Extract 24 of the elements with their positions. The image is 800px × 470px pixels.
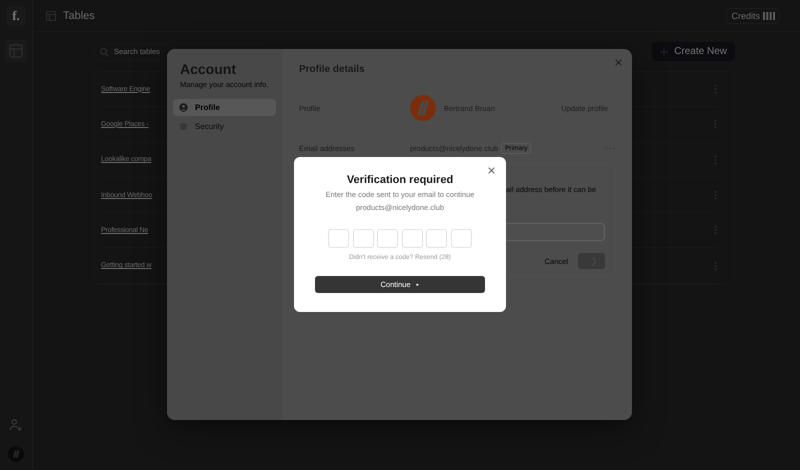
code-input[interactable] [426,229,448,248]
credit-bars-icon [763,12,775,20]
avatar-icon[interactable] [8,446,24,462]
nav-item[interactable]: Profile [173,99,276,116]
create-new-button[interactable]: Create New [652,42,735,61]
app-logo[interactable]: f. [6,6,26,26]
code-input[interactable] [328,229,350,248]
code-input[interactable] [377,229,398,248]
avatar-icon [410,95,436,121]
code-input[interactable] [352,229,374,248]
table-icon [45,10,57,22]
user-icon [179,103,188,112]
nav-item[interactable]: Security [173,118,276,135]
input-field[interactable] [504,223,605,241]
plus-icon [660,48,668,56]
table-icon[interactable] [5,40,27,62]
dialog-title: Verification required [346,174,454,186]
add-user-icon[interactable] [9,418,23,432]
code-input[interactable] [402,229,423,248]
code-input[interactable] [450,229,472,248]
close-icon[interactable] [488,167,495,174]
credits-badge[interactable]: Credits [726,8,780,24]
breadcrumb[interactable]: Tables [63,10,95,22]
search-icon [99,46,109,56]
